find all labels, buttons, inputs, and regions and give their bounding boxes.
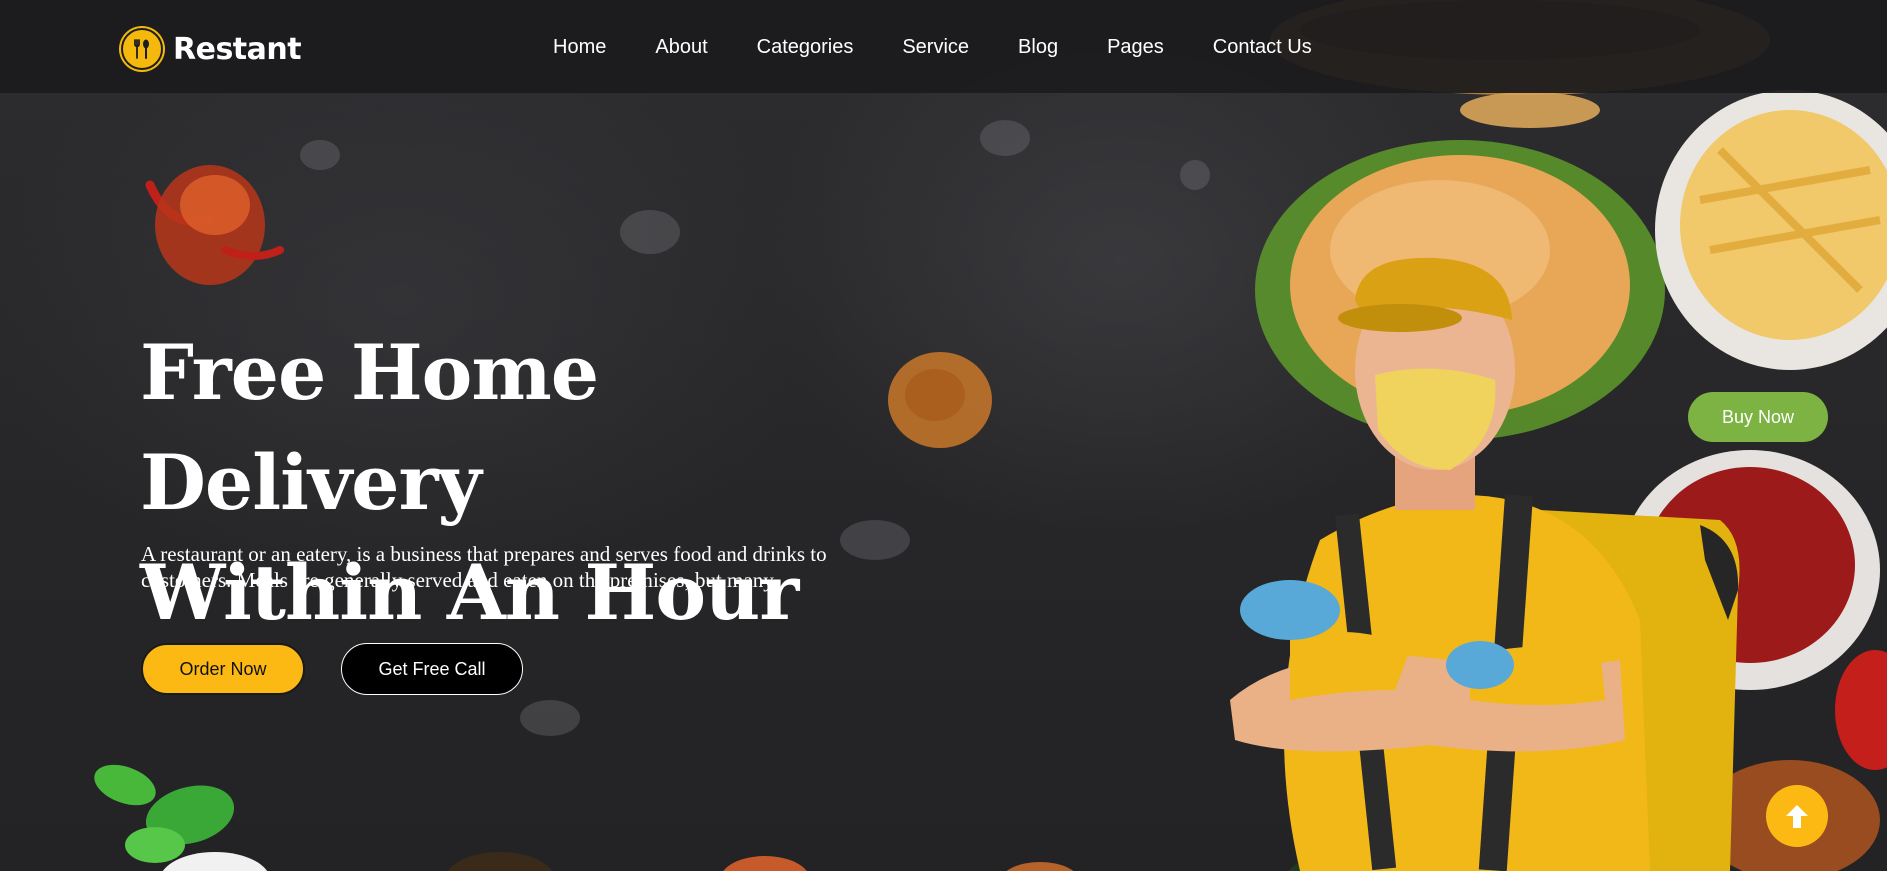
nav-categories[interactable]: Categories — [757, 36, 854, 59]
fork-spoon-icon — [121, 28, 163, 70]
hero-title: Free Home Delivery Within An Hour — [140, 318, 960, 648]
buy-now-button[interactable]: Buy Now — [1688, 392, 1828, 442]
nav-pages[interactable]: Pages — [1107, 36, 1164, 59]
nav-contact-us[interactable]: Contact Us — [1213, 36, 1312, 59]
brand-name: Restant — [173, 31, 302, 67]
hero-description: A restaurant or an eatery, is a business… — [141, 542, 827, 592]
nav-blog[interactable]: Blog — [1018, 36, 1058, 59]
site-logo[interactable]: Restant — [121, 28, 302, 70]
order-now-button[interactable]: Order Now — [141, 643, 305, 695]
mint-leaves-image — [94, 764, 235, 863]
chili-spice-image — [145, 165, 284, 285]
nav-home[interactable]: Home — [553, 36, 606, 59]
hero-title-line-1: Free Home Delivery — [140, 328, 599, 527]
scroll-to-top-button[interactable] — [1766, 785, 1828, 847]
fries-bowl-image — [1655, 90, 1887, 370]
main-nav: Home About Categories Service Blog Pages… — [553, 36, 1312, 59]
nav-service[interactable]: Service — [902, 36, 969, 59]
arrow-up-icon — [1786, 805, 1808, 828]
site-header: Restant Home About Categories Service Bl… — [0, 0, 1887, 93]
get-free-call-button[interactable]: Get Free Call — [341, 643, 523, 695]
nav-about[interactable]: About — [655, 36, 707, 59]
